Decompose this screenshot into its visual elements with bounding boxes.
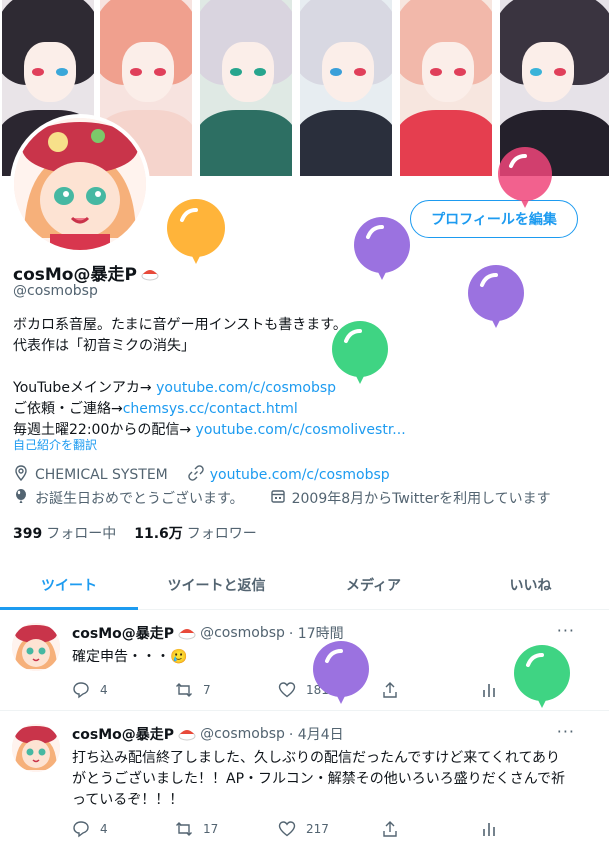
website-link[interactable]: youtube.com/c/cosmobsp	[210, 467, 390, 483]
tab-likes[interactable]: いいね	[452, 560, 609, 609]
share-icon	[383, 682, 397, 698]
location-icon	[13, 465, 29, 485]
birthday-balloon-purple	[354, 217, 410, 280]
reply-button[interactable]: 4	[72, 820, 175, 838]
reply-count: 4	[100, 822, 108, 836]
birthday-balloon-orange	[167, 199, 225, 264]
tweet-header: cosMo@暴走P @cosmobsp · 17時間	[72, 623, 344, 643]
tweet-author-handle[interactable]: @cosmobsp	[200, 625, 285, 641]
stream-link[interactable]: youtube.com/c/cosmolivestr...	[196, 422, 406, 438]
tweet[interactable]: cosMo@暴走P @cosmobsp · 4月4日 ··· 打ち込み配信終了し…	[0, 712, 609, 841]
sushi-icon	[178, 626, 196, 640]
more-icon[interactable]: ···	[557, 621, 575, 640]
translate-bio-link[interactable]: 自己紹介を翻訳	[13, 436, 97, 453]
tweet-header: cosMo@暴走P @cosmobsp · 4月4日	[72, 724, 344, 744]
tweet-author-handle[interactable]: @cosmobsp	[200, 726, 285, 742]
retweet-icon	[176, 683, 192, 697]
youtube-link[interactable]: youtube.com/c/cosmobsp	[156, 380, 336, 396]
tweet-avatar[interactable]	[12, 623, 60, 671]
share-button[interactable]	[381, 681, 484, 699]
birthday-balloon-green	[514, 645, 570, 708]
youtube-label: YouTubeメインアカ→	[13, 380, 157, 396]
tab-tweets[interactable]: ツイート	[0, 560, 138, 610]
contact-label: ご依頼・ご連絡→	[13, 401, 123, 417]
location-text: CHEMICAL SYSTEM	[35, 467, 168, 483]
banner-character-3	[200, 0, 292, 176]
sushi-icon	[141, 266, 159, 280]
follow-stats: 399 フォロー中 11.6万 フォロワー	[13, 523, 257, 543]
share-button[interactable]	[381, 820, 484, 838]
tweet-text: 打ち込み配信終了しました、久しぶりの配信だったんですけど来てくれてありがとうござ…	[72, 750, 566, 808]
like-count: 217	[306, 822, 329, 836]
retweet-icon	[176, 822, 192, 836]
tweet-actions: 4 17 217	[72, 820, 502, 838]
followers-count: 11.6万	[134, 526, 183, 542]
profile-tabs: ツイート ツイートと返信 メディア いいね	[0, 560, 609, 610]
retweet-count: 7	[203, 683, 211, 697]
followers-link[interactable]: 11.6万 フォロワー	[134, 523, 257, 543]
bio-line-2: 代表作は「初音ミクの消失」	[13, 338, 195, 354]
profile-name: cosMo@暴走P	[13, 260, 159, 285]
balloon-icon	[13, 488, 29, 508]
retweet-button[interactable]: 7	[175, 681, 278, 699]
retweet-count: 17	[203, 822, 219, 836]
tweet-author-name[interactable]: cosMo@暴走P	[72, 724, 174, 744]
link-icon	[188, 465, 204, 485]
more-icon[interactable]: ···	[557, 722, 575, 741]
banner-character-5	[400, 0, 492, 176]
tweet-time[interactable]: · 4月4日	[289, 724, 344, 744]
calendar-icon	[270, 488, 286, 508]
tab-tweets-and-replies[interactable]: ツイートと返信	[138, 560, 295, 609]
share-icon	[383, 821, 397, 837]
analytics-icon[interactable]	[480, 681, 498, 703]
heart-icon	[278, 682, 296, 698]
heart-icon	[278, 821, 296, 837]
profile-meta-row-2: お誕生日おめでとうございます。 2009年8月からTwitterを利用しています	[13, 488, 551, 508]
banner-character-4	[300, 0, 392, 176]
following-label: フォロー中	[46, 526, 117, 542]
profile-meta-row-1: CHEMICAL SYSTEM youtube.com/c/cosmobsp	[13, 465, 390, 485]
tab-media[interactable]: メディア	[295, 560, 452, 609]
joined-text: 2009年8月からTwitterを利用しています	[291, 491, 551, 507]
reply-button[interactable]: 4	[72, 681, 175, 699]
birthday-balloon-purple	[313, 641, 369, 704]
following-link[interactable]: 399 フォロー中	[13, 523, 116, 543]
like-button[interactable]: 217	[278, 820, 381, 838]
sushi-icon	[178, 727, 196, 741]
birthday-balloon-purple	[468, 265, 524, 328]
following-count: 399	[13, 526, 43, 542]
followers-label: フォロワー	[186, 526, 257, 542]
reply-icon	[73, 821, 89, 838]
profile-handle: @cosmobsp	[13, 283, 98, 299]
contact-link[interactable]: chemsys.cc/contact.html	[123, 401, 298, 417]
birthday-balloon-green	[332, 321, 388, 384]
tweet-author-name[interactable]: cosMo@暴走P	[72, 623, 174, 643]
avatar-image	[14, 118, 146, 250]
tweet-avatar[interactable]	[12, 724, 60, 772]
reply-icon	[73, 682, 89, 699]
reply-count: 4	[100, 683, 108, 697]
birthday-text: お誕生日おめでとうございます。	[35, 491, 244, 507]
retweet-button[interactable]: 17	[175, 820, 278, 838]
tweet-actions: 4 7 181	[72, 681, 502, 699]
display-name: cosMo@暴走P	[13, 265, 137, 285]
birthday-balloon-pink	[498, 147, 552, 208]
profile-avatar[interactable]	[10, 114, 150, 254]
analytics-icon[interactable]	[480, 820, 498, 841]
